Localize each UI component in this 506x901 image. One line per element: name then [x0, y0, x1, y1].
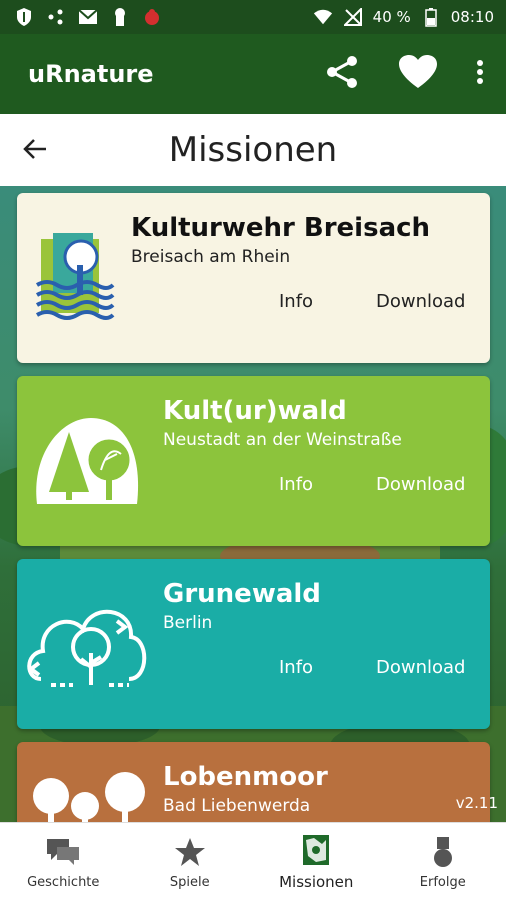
nav-label: Geschichte — [27, 875, 99, 890]
chat-icon — [46, 835, 80, 869]
back-arrow-icon[interactable] — [20, 134, 50, 164]
nav-label: Spiele — [170, 875, 210, 890]
mission-title: Kulturwehr Breisach — [131, 213, 430, 243]
mission-logo-tree-water-icon — [35, 231, 115, 327]
nav-label: Erfolge — [420, 875, 466, 890]
mission-card[interactable]: Kulturwehr Breisach Breisach am Rhein In… — [17, 193, 490, 363]
mission-location: Neustadt an der Weinstraße — [163, 430, 402, 450]
info-button[interactable]: Info — [279, 291, 313, 312]
page-title: Missionen — [0, 130, 506, 170]
app-bar: uRnature — [0, 34, 506, 114]
wifi-icon — [313, 7, 333, 27]
share-icon[interactable] — [324, 54, 360, 94]
mission-card[interactable]: Lobenmoor Bad Liebenwerda — [17, 742, 490, 822]
keyhole-icon — [110, 7, 130, 27]
mission-card[interactable]: Kult(ur)wald Neustadt an der Weinstraße … — [17, 376, 490, 546]
mission-list: Kulturwehr Breisach Breisach am Rhein In… — [0, 186, 506, 822]
bottom-navigation: Geschichte Spiele Missionen Erfolge — [0, 822, 506, 901]
no-signal-icon — [343, 7, 363, 27]
download-button[interactable]: Download — [376, 474, 465, 495]
mission-logo-cloud-tree-icon — [25, 593, 149, 697]
mission-location: Berlin — [163, 613, 212, 633]
shield-icon — [14, 7, 34, 27]
battery-icon — [421, 7, 441, 27]
battery-percent: 40 % — [373, 8, 411, 26]
nav-label: Missionen — [279, 873, 353, 891]
mail-icon — [78, 7, 98, 27]
star-icon — [173, 835, 207, 869]
download-button[interactable]: Download — [376, 657, 465, 678]
clock: 08:10 — [451, 8, 494, 26]
mission-location: Bad Liebenwerda — [163, 796, 310, 816]
nav-item-geschichte[interactable]: Geschichte — [0, 823, 127, 901]
mission-card[interactable]: Grunewald Berlin Info Download — [17, 559, 490, 729]
page-header: Missionen — [0, 114, 506, 186]
overflow-menu-icon[interactable] — [476, 59, 484, 89]
mission-title: Grunewald — [163, 579, 321, 609]
app-title: uRnature — [0, 60, 154, 88]
mission-logo-forest-icon — [31, 414, 143, 514]
share-notification-icon — [46, 7, 66, 27]
info-button[interactable]: Info — [279, 474, 313, 495]
mission-location: Breisach am Rhein — [131, 247, 290, 267]
bug-icon — [142, 7, 162, 27]
nav-item-spiele[interactable]: Spiele — [127, 823, 254, 901]
mission-title: Kult(ur)wald — [163, 396, 347, 426]
download-button[interactable]: Download — [376, 291, 465, 312]
info-button[interactable]: Info — [279, 657, 313, 678]
favorite-heart-icon[interactable] — [398, 54, 438, 94]
mission-title: Lobenmoor — [163, 762, 328, 792]
nav-item-erfolge[interactable]: Erfolge — [380, 823, 506, 901]
status-bar: 40 % 08:10 — [0, 0, 506, 34]
nav-item-missionen[interactable]: Missionen — [253, 823, 380, 901]
version-label: v2.11 — [456, 794, 498, 812]
map-icon — [299, 833, 333, 867]
mission-logo-trees-icon — [27, 762, 157, 822]
medal-icon — [426, 835, 460, 869]
